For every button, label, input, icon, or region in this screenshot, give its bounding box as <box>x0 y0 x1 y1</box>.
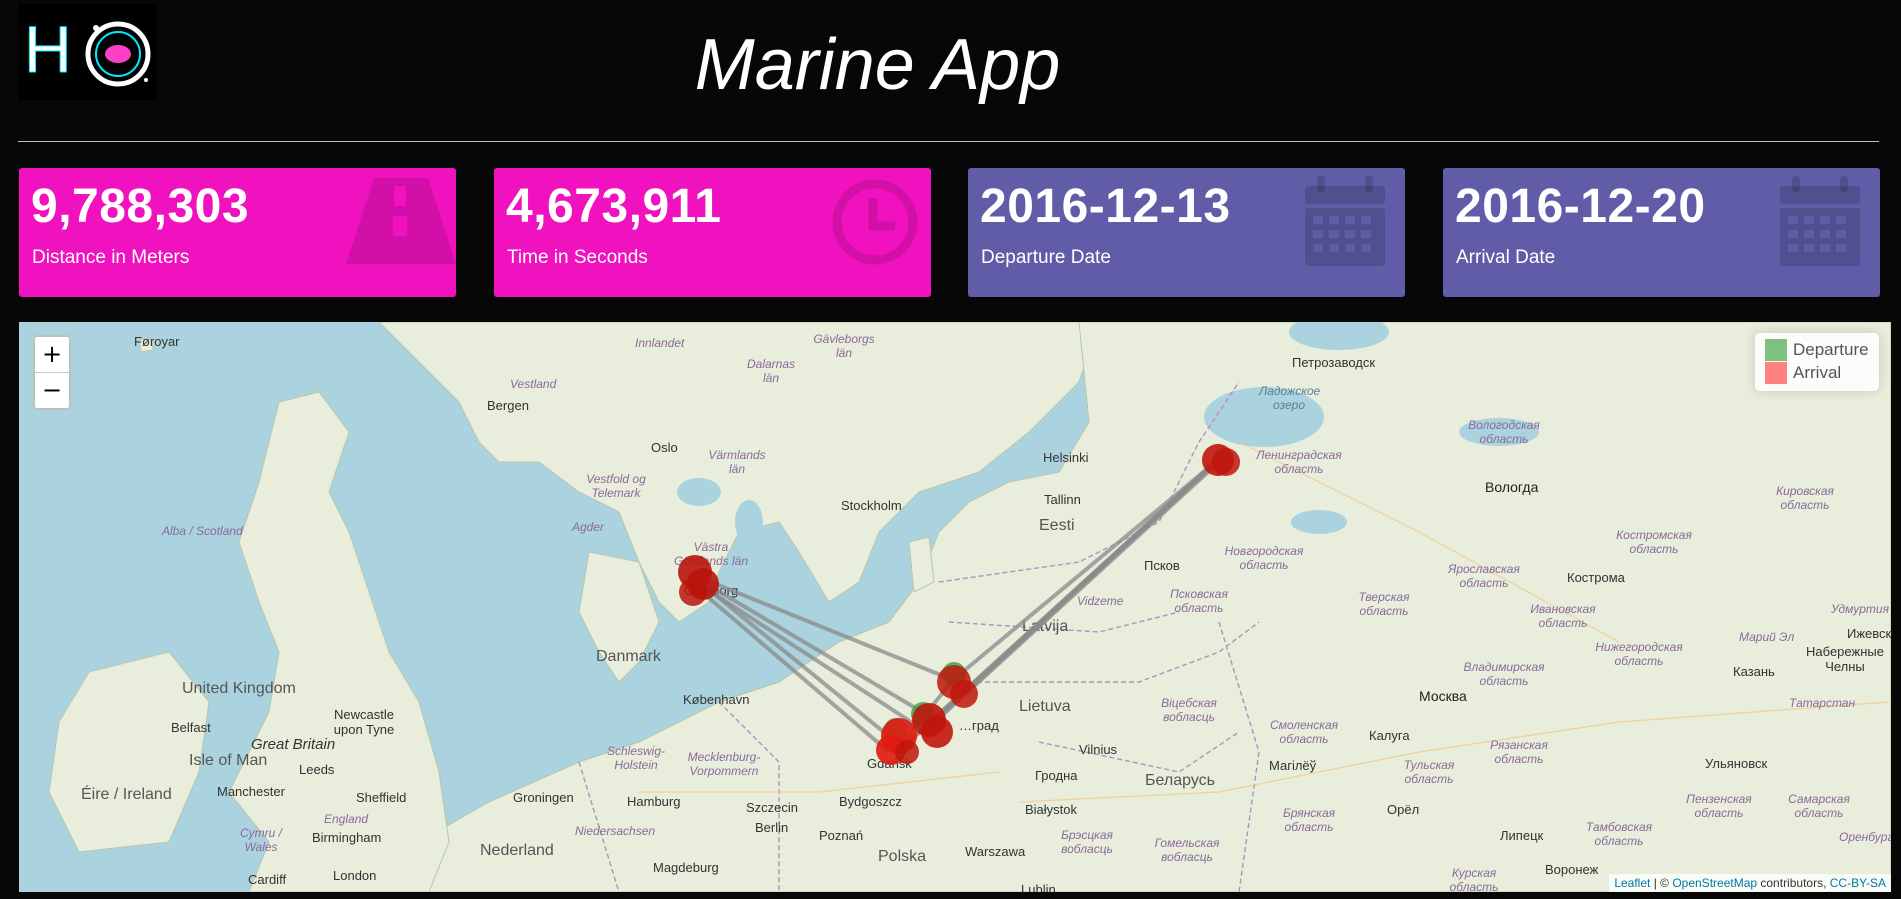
time-card: 4,673,911 Time in Seconds <box>494 168 931 297</box>
map-attribution: Leaflet | © OpenStreetMap contributors, … <box>1609 874 1891 892</box>
arrival-marker <box>895 740 919 764</box>
osm-link[interactable]: OpenStreetMap <box>1672 876 1757 890</box>
zoom-control: + − <box>33 335 71 410</box>
departure-date-value: 2016-12-13 <box>980 180 1231 233</box>
calendar-icon <box>1305 176 1385 266</box>
page-title: Marine App <box>694 25 1061 105</box>
arrival-card: 2016-12-20 Arrival Date <box>1443 168 1880 297</box>
departure-card: 2016-12-13 Departure Date <box>968 168 1405 297</box>
distance-card: 9,788,303 Distance in Meters <box>19 168 456 297</box>
legend-label: Departure <box>1793 340 1869 359</box>
clock-icon <box>832 179 918 265</box>
arrival-marker <box>921 716 953 748</box>
zoom-in-button[interactable]: + <box>35 337 69 373</box>
departure-date-label: Departure Date <box>981 247 1111 268</box>
route-map[interactable]: Føroyar Bergen Vestland Innlandet Dalarn… <box>19 322 1891 892</box>
road-icon <box>346 178 456 264</box>
arrival-marker <box>1212 448 1240 476</box>
license-link[interactable]: CC-BY-SA <box>1830 876 1886 890</box>
legend-item-arrival: Arrival <box>1765 362 1841 384</box>
route-lines <box>693 456 1223 754</box>
zoom-out-button[interactable]: − <box>35 373 69 408</box>
map-legend: Departure Arrival <box>1755 333 1879 391</box>
legend-label: Arrival <box>1793 363 1842 382</box>
distance-value: 9,788,303 <box>31 180 250 233</box>
route-overlay <box>678 444 1240 765</box>
legend-item-departure: Departure <box>1765 339 1869 361</box>
arrival-swatch <box>1765 362 1787 384</box>
arrival-date-label: Arrival Date <box>1456 247 1556 268</box>
time-value: 4,673,911 <box>506 180 722 233</box>
header-divider <box>18 141 1879 142</box>
arrival-marker <box>679 578 707 606</box>
leaflet-link[interactable]: Leaflet <box>1614 876 1650 890</box>
attribution-contrib: contributors, <box>1757 876 1830 890</box>
calendar-icon <box>1780 176 1860 266</box>
arrival-date-value: 2016-12-20 <box>1455 180 1706 233</box>
attribution-sep: | © <box>1650 876 1673 890</box>
departure-swatch <box>1765 339 1787 361</box>
distance-label: Distance in Meters <box>32 247 190 268</box>
arrival-marker <box>950 680 978 708</box>
time-label: Time in Seconds <box>507 247 648 268</box>
